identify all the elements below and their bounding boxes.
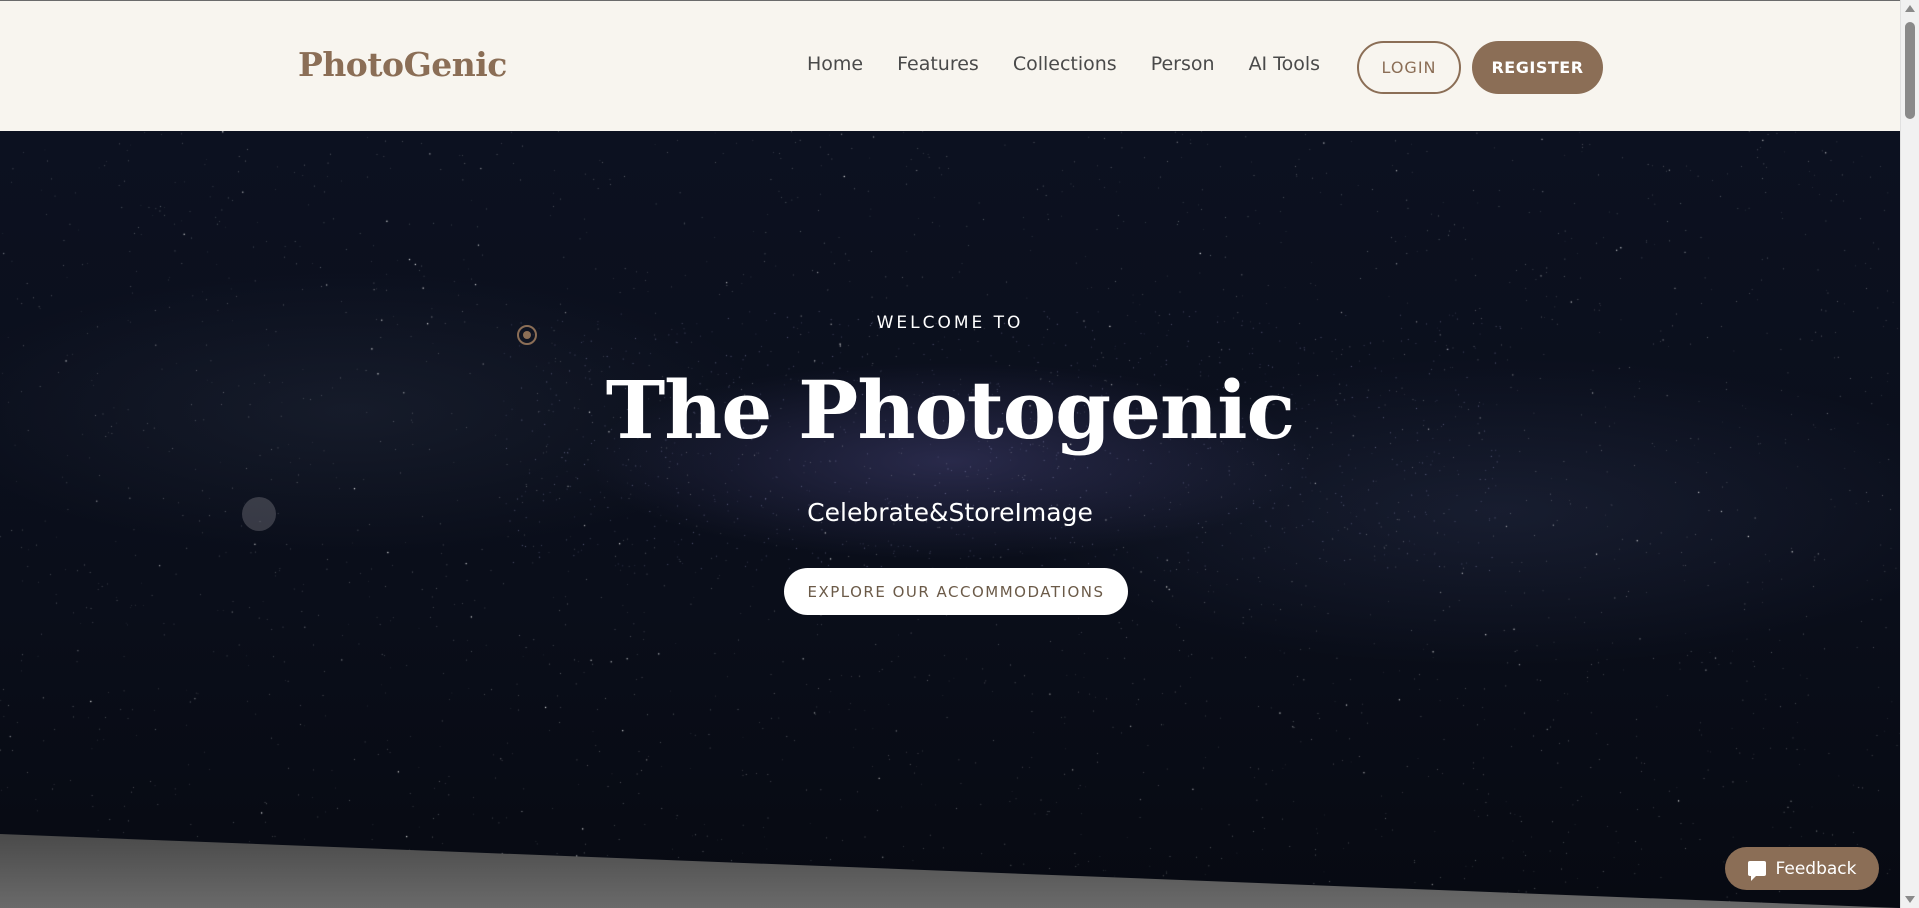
hero-subtitle: Celebrate&StoreImage: [807, 498, 1093, 527]
scrollbar-thumb[interactable]: [1905, 22, 1915, 119]
feedback-label: Feedback: [1775, 858, 1857, 879]
nav-person[interactable]: Person: [1151, 53, 1215, 75]
nav-home[interactable]: Home: [807, 53, 863, 75]
login-button[interactable]: LOGIN: [1357, 41, 1461, 94]
explore-accommodations-button[interactable]: EXPLORE OUR ACCOMMODATIONS: [784, 568, 1128, 615]
scroll-down-arrow-icon[interactable]: [1905, 896, 1915, 903]
scroll-up-arrow-icon[interactable]: [1905, 5, 1915, 12]
nav-collections[interactable]: Collections: [1013, 53, 1117, 75]
page-scrollbar[interactable]: [1900, 0, 1919, 908]
register-button[interactable]: REGISTER: [1472, 41, 1603, 94]
main-nav: Home Features Collections Person AI Tool…: [807, 53, 1320, 75]
hero-eyebrow: WELCOME TO: [876, 313, 1024, 333]
nav-ai-tools[interactable]: AI Tools: [1249, 53, 1320, 75]
hero-section: WELCOME TO The Photogenic Celebrate&Stor…: [0, 131, 1900, 908]
hero-title: The Photogenic: [605, 363, 1296, 457]
chat-bubble-icon: [1747, 861, 1766, 881]
nav-features[interactable]: Features: [897, 53, 979, 75]
site-header: PhotoGenic Home Features Collections Per…: [0, 0, 1900, 131]
site-logo[interactable]: PhotoGenic: [298, 45, 507, 84]
feedback-button[interactable]: Feedback: [1725, 847, 1879, 890]
